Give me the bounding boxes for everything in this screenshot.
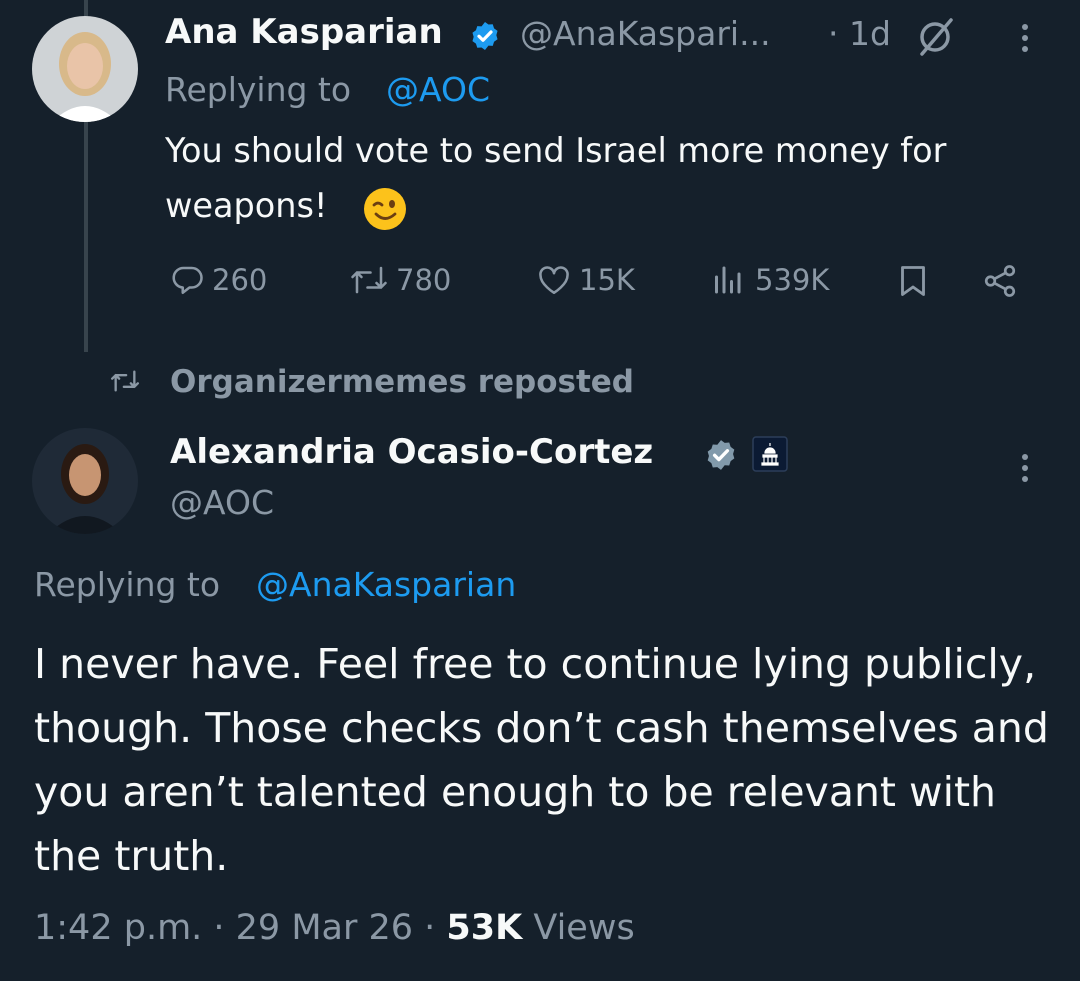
reply-icon [170, 262, 206, 298]
repost-label[interactable]: Organizermemes reposted [170, 364, 634, 400]
tweet2-timestamp[interactable]: 1:42 p.m. · 29 Mar 26 · [34, 908, 435, 948]
share-icon [980, 262, 1020, 300]
tweet2-text: I never have. Feel free to continue lyin… [34, 640, 1049, 880]
bookmark-button[interactable] [895, 262, 931, 300]
avatar-aoc[interactable] [32, 428, 138, 534]
verified-badge-icon [704, 438, 738, 476]
tweet2-replying-prefix: Replying to [34, 565, 221, 604]
tweet1-text-line2: weapons! [165, 186, 328, 225]
like-icon [535, 262, 573, 298]
like-button[interactable]: 15K [535, 262, 635, 298]
tweet1-replying-prefix: Replying to [165, 70, 352, 109]
tweet1-display-name[interactable]: Ana Kasparian [165, 12, 443, 52]
tweet2-views-label: Views [533, 908, 635, 948]
tweet1-text-line1: You should vote to send Israel more mone… [165, 131, 947, 170]
tweet2-replying-handle[interactable]: @AnaKasparian [256, 565, 516, 604]
grok-icon[interactable] [913, 18, 957, 60]
verified-badge-icon [469, 20, 501, 56]
repost-count: 780 [396, 263, 452, 297]
views-icon [711, 262, 749, 298]
tweet2-more-icon[interactable] [1022, 454, 1028, 482]
affiliate-badge-icon[interactable] [752, 436, 788, 476]
winking-emoji [362, 186, 408, 236]
repost-icon [348, 262, 390, 298]
tweet1-more-icon[interactable] [1022, 24, 1028, 52]
like-count: 15K [579, 263, 635, 297]
reply-button[interactable]: 260 [170, 262, 267, 298]
share-button[interactable] [980, 262, 1020, 300]
tweet2-views-count: 53K [446, 908, 523, 948]
bookmark-icon [895, 262, 931, 300]
tweet2-handle[interactable]: @AOC [170, 483, 274, 522]
tweet1-replying-handle[interactable]: @AOC [386, 70, 490, 109]
tweet1-handle[interactable]: @AnaKaspari... [520, 14, 771, 53]
tweet1-time[interactable]: · 1d [828, 14, 891, 53]
avatar-ana-kasparian[interactable] [32, 16, 138, 122]
tweet1-action-bar: 260 780 15K 539K [165, 262, 1035, 316]
repost-small-icon [108, 367, 142, 399]
views-count: 539K [755, 263, 830, 297]
repost-button[interactable]: 780 [348, 262, 451, 298]
tweet2-meta: 1:42 p.m. · 29 Mar 26 · 53K Views [34, 908, 635, 948]
views-button[interactable]: 539K [711, 262, 829, 298]
reply-count: 260 [212, 263, 268, 297]
tweet2-display-name[interactable]: Alexandria Ocasio-Cortez [170, 432, 653, 472]
